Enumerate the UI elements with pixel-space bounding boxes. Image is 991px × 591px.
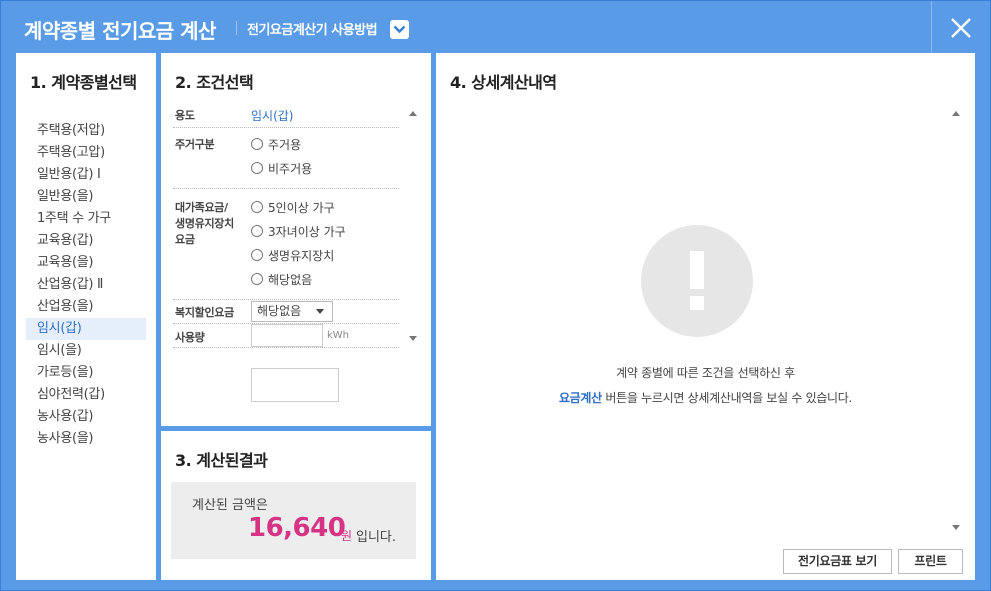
result-unit: 원 xyxy=(341,529,353,543)
contract-type-item[interactable]: 교육용(갑) xyxy=(26,230,146,252)
radio-label: 주거용 xyxy=(268,138,302,152)
row-divider xyxy=(173,347,399,348)
detail-panel: 4. 상세계산내역 계약 종별에 따른 조건을 선택하신 후 요금계산 버튼을 … xyxy=(436,53,975,580)
scroll-down-icon[interactable] xyxy=(952,525,960,530)
info-text-line1: 계약 종별에 따른 조건을 선택하신 후 xyxy=(616,366,795,380)
radio-label: 비주거용 xyxy=(268,162,313,176)
contract-type-panel: 1. 계약종별선택 주택용(저압) 주택용(고압) 일반용(갑) Ⅰ 일반용(을) 1주… xyxy=(16,53,156,580)
calculate-button[interactable] xyxy=(251,368,339,402)
contract-type-item[interactable]: 일반용(갑) Ⅰ xyxy=(26,164,146,186)
kwh-unit: kWh xyxy=(327,330,350,341)
radio-circle xyxy=(251,201,263,213)
scroll-down-icon[interactable] xyxy=(409,336,417,341)
radio-circle xyxy=(251,273,263,285)
guide-toggle-button[interactable] xyxy=(390,20,409,39)
discount-label-3: 요금 xyxy=(175,233,195,246)
radio-5plus-family[interactable]: 5인이상 가구 xyxy=(251,199,335,216)
contract-type-item[interactable]: 산업용(을) xyxy=(26,296,146,318)
contract-type-title: 1. 계약종별선택 xyxy=(30,73,137,92)
contract-type-item[interactable]: 주택용(고압) xyxy=(26,142,146,164)
contract-type-item[interactable]: 심야전력(갑) xyxy=(26,384,146,406)
result-lead-text: 계산된 금액은 xyxy=(192,498,268,513)
radio-none[interactable]: 해당없음 xyxy=(251,271,312,288)
radio-label: 3자녀이상 가구 xyxy=(268,225,346,239)
welfare-select-value: 해당없음 xyxy=(257,304,302,318)
contract-type-item[interactable]: 임시(을) xyxy=(26,340,146,362)
calc-highlight: 요금계산 xyxy=(558,391,602,405)
calculator-window: 계약종별 전기요금 계산 전기요금계산기 사용방법 1. 계약종별선택 주택용(… xyxy=(0,0,991,591)
contract-type-item[interactable]: 교육용(을) xyxy=(26,252,146,274)
result-box: 계산된 금액은 16,640 원 입니다. xyxy=(171,482,416,559)
row-divider xyxy=(173,299,399,300)
radio-label: 5인이상 가구 xyxy=(268,201,335,215)
header: 계약종별 전기요금 계산 전기요금계산기 사용방법 xyxy=(1,1,991,53)
row-divider xyxy=(173,188,399,189)
contract-type-item[interactable]: 농사용(갑) xyxy=(26,406,146,428)
chevron-down-icon xyxy=(393,25,406,34)
result-tail-text: 입니다. xyxy=(356,530,397,545)
discount-label-1: 대가족요금/ xyxy=(175,201,228,214)
row-divider xyxy=(173,127,399,128)
scroll-up-icon[interactable] xyxy=(952,111,960,116)
radio-circle xyxy=(251,162,263,174)
radio-circle xyxy=(251,225,263,237)
info-text-line2: 요금계산 버튼을 누르시면 상세계산내역을 보실 수 있습니다. xyxy=(436,389,975,406)
view-rate-table-button[interactable]: 전기요금표 보기 xyxy=(783,549,892,574)
info-text-rest: 버튼을 누르시면 상세계산내역을 보실 수 있습니다. xyxy=(601,391,853,405)
radio-non-residential[interactable]: 비주거용 xyxy=(251,160,312,177)
contract-type-item[interactable]: 임시(갑) xyxy=(26,318,146,340)
contract-type-list: 주택용(저압) 주택용(고압) 일반용(갑) Ⅰ 일반용(을) 1주택 수 가구 교육용(… xyxy=(26,120,146,450)
radio-3plus-children[interactable]: 3자녀이상 가구 xyxy=(251,223,346,240)
warning-icon xyxy=(641,225,753,337)
residence-label: 주거구분 xyxy=(175,138,215,151)
warning-bar xyxy=(690,251,704,289)
condition-title: 2. 조건선택 xyxy=(175,73,254,92)
dropdown-arrow-icon xyxy=(316,309,324,314)
contract-type-item[interactable]: 산업용(갑) Ⅱ xyxy=(26,274,146,296)
discount-label-2: 생명유지장치 xyxy=(175,217,234,230)
contract-type-item[interactable]: 가로등(을) xyxy=(26,362,146,384)
radio-label: 해당없음 xyxy=(268,273,313,287)
amount-label: 사용량 xyxy=(175,331,205,344)
radio-circle xyxy=(251,138,263,150)
scroll-up-icon[interactable] xyxy=(409,111,417,116)
radio-label: 생명유지장치 xyxy=(268,249,335,263)
result-panel: 3. 계산된결과 계산된 금액은 16,640 원 입니다. xyxy=(161,431,431,580)
usage-label: 용도 xyxy=(175,109,195,122)
title-divider xyxy=(236,21,237,35)
warning-dot xyxy=(690,296,704,310)
window-title: 계약종별 전기요금 계산 xyxy=(24,19,216,43)
radio-life-support[interactable]: 생명유지장치 xyxy=(251,247,334,264)
condition-panel: 2. 조건선택 용도 임시(갑) 주거구분 주거용 비주거용 대가족요금/ 생명… xyxy=(161,53,431,426)
radio-residential[interactable]: 주거용 xyxy=(251,136,301,153)
radio-circle xyxy=(251,249,263,261)
result-amount: 16,640 xyxy=(248,513,346,543)
usage-kwh-input[interactable] xyxy=(251,324,323,347)
contract-type-item[interactable]: 주택용(저압) xyxy=(26,120,146,142)
print-button[interactable]: 프린트 xyxy=(898,549,963,574)
welfare-discount-select[interactable]: 해당없음 xyxy=(251,301,333,322)
welfare-label: 복지할인요금 xyxy=(175,306,234,319)
usage-value: 임시(갑) xyxy=(251,109,294,123)
close-icon xyxy=(951,18,971,38)
result-title: 3. 계산된결과 xyxy=(175,451,268,470)
detail-title: 4. 상세계산내역 xyxy=(450,73,557,92)
contract-type-item[interactable]: 일반용(을) xyxy=(26,186,146,208)
usage-guide-link[interactable]: 전기요금계산기 사용방법 xyxy=(247,19,378,38)
close-button[interactable] xyxy=(931,1,991,53)
contract-type-item[interactable]: 농사용(을) xyxy=(26,428,146,450)
contract-type-item[interactable]: 1주택 수 가구 xyxy=(26,208,146,230)
